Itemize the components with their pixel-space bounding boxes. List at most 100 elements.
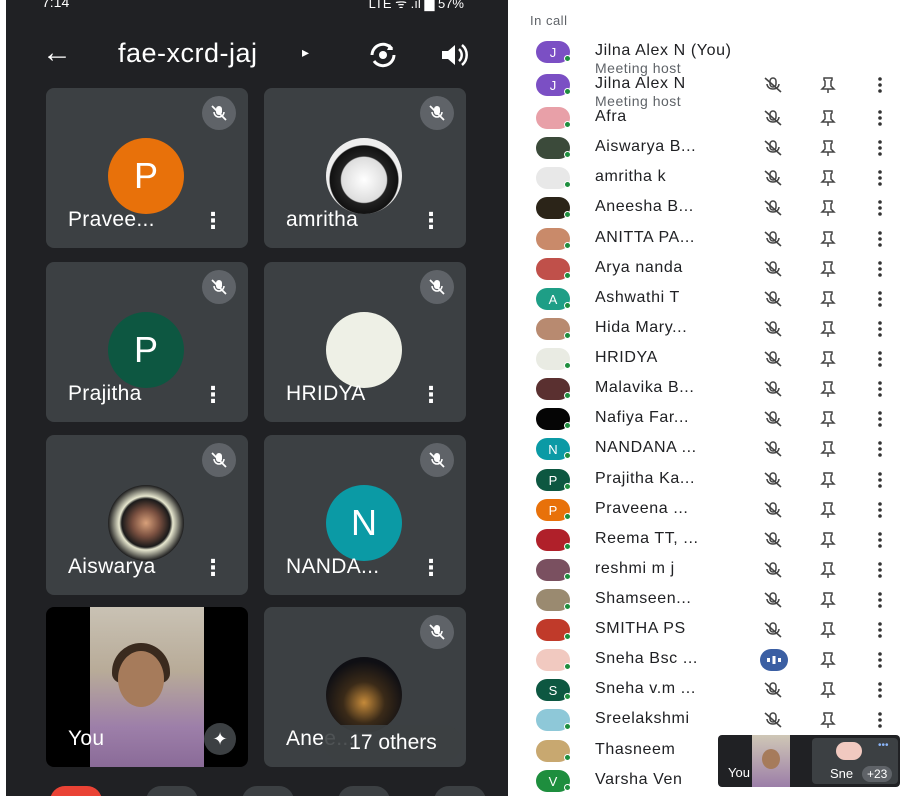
participant-tile[interactable]: P Prajitha ⋮ bbox=[46, 262, 248, 422]
mic-off-icon[interactable] bbox=[762, 139, 784, 157]
participant-row[interactable]: N NANDANA ... bbox=[520, 434, 905, 464]
pin-icon[interactable] bbox=[820, 711, 836, 729]
more-options-icon[interactable] bbox=[876, 591, 884, 609]
mic-off-icon[interactable] bbox=[762, 591, 784, 609]
mic-off-icon[interactable] bbox=[762, 109, 784, 127]
more-options-icon[interactable] bbox=[876, 290, 884, 308]
participant-row[interactable]: Sneha Bsc ... bbox=[520, 645, 905, 675]
more-options-icon[interactable]: ⋮ bbox=[202, 384, 224, 406]
pin-icon[interactable] bbox=[820, 410, 836, 428]
pin-icon[interactable] bbox=[820, 169, 836, 187]
mic-off-icon[interactable] bbox=[762, 711, 784, 729]
participant-row[interactable]: Aiswarya B... bbox=[520, 133, 905, 163]
more-options-icon[interactable] bbox=[876, 350, 884, 368]
participant-tile[interactable]: N NANDA... ⋮ bbox=[264, 435, 466, 595]
mic-off-icon[interactable] bbox=[762, 681, 784, 699]
more-options-icon[interactable] bbox=[876, 139, 884, 157]
others-count-pill[interactable]: 17 others bbox=[324, 725, 462, 761]
participant-tile[interactable]: P Pravee... ⋮ bbox=[46, 88, 248, 248]
more-options-icon[interactable] bbox=[876, 260, 884, 278]
back-arrow-icon[interactable]: ← bbox=[42, 38, 72, 68]
effects-sparkle-icon[interactable]: ✦ bbox=[204, 723, 236, 755]
participant-row[interactable]: A Ashwathi T bbox=[520, 284, 905, 314]
mic-off-icon[interactable] bbox=[762, 199, 784, 217]
hand-button[interactable] bbox=[338, 786, 390, 796]
switch-camera-icon[interactable] bbox=[366, 40, 400, 70]
more-options-icon[interactable] bbox=[876, 681, 884, 699]
mic-off-icon[interactable] bbox=[762, 501, 784, 519]
pin-icon[interactable] bbox=[820, 199, 836, 217]
pin-icon[interactable] bbox=[820, 621, 836, 639]
more-options-icon[interactable] bbox=[876, 320, 884, 338]
pin-icon[interactable] bbox=[820, 260, 836, 278]
mic-off-icon[interactable] bbox=[762, 621, 784, 639]
more-options-icon[interactable] bbox=[876, 471, 884, 489]
participant-row[interactable]: J Jilna Alex N Meeting host bbox=[520, 70, 905, 109]
more-options-icon[interactable] bbox=[876, 410, 884, 428]
pin-icon[interactable] bbox=[820, 290, 836, 308]
participant-row[interactable]: J Jilna Alex N (You) Meeting host bbox=[520, 37, 905, 76]
more-options-icon[interactable] bbox=[876, 109, 884, 127]
more-options-icon[interactable]: ⋮ bbox=[202, 210, 224, 232]
participant-tile[interactable]: Aiswarya ⋮ bbox=[46, 435, 248, 595]
speaker-icon[interactable] bbox=[436, 40, 470, 70]
mic-off-icon[interactable] bbox=[762, 169, 784, 187]
participant-row[interactable]: Aneesha B... bbox=[520, 193, 905, 223]
pin-icon[interactable] bbox=[820, 561, 836, 579]
participant-row[interactable]: reshmi m j bbox=[520, 555, 905, 585]
pin-icon[interactable] bbox=[820, 591, 836, 609]
more-options-icon[interactable] bbox=[876, 621, 884, 639]
participant-row[interactable]: ANITTA PA... bbox=[520, 224, 905, 254]
participant-row[interactable]: SMITHA PS bbox=[520, 615, 905, 645]
participant-row[interactable]: HRIDYA bbox=[520, 344, 905, 374]
pin-icon[interactable] bbox=[820, 139, 836, 157]
more-options-icon[interactable]: ⋮ bbox=[202, 557, 224, 579]
more-options-icon[interactable] bbox=[876, 199, 884, 217]
pin-icon[interactable] bbox=[820, 471, 836, 489]
mic-off-icon[interactable] bbox=[762, 440, 784, 458]
pin-icon[interactable] bbox=[820, 109, 836, 127]
pin-icon[interactable] bbox=[820, 531, 836, 549]
others-tile[interactable]: Anee... 17 others bbox=[264, 607, 466, 767]
pin-icon[interactable] bbox=[820, 230, 836, 248]
more-options-icon[interactable] bbox=[876, 561, 884, 579]
participant-row[interactable]: Arya nanda bbox=[520, 254, 905, 284]
pin-icon[interactable] bbox=[820, 651, 836, 669]
mic-off-icon[interactable] bbox=[762, 380, 784, 398]
mic-off-icon[interactable] bbox=[762, 410, 784, 428]
more-options-icon[interactable] bbox=[876, 711, 884, 729]
caret-right-icon[interactable]: ▸ bbox=[302, 44, 309, 61]
participant-row[interactable]: amritha k bbox=[520, 163, 905, 193]
mic-off-icon[interactable] bbox=[762, 260, 784, 278]
mic-off-icon[interactable] bbox=[762, 320, 784, 338]
pin-icon[interactable] bbox=[820, 380, 836, 398]
participant-row[interactable]: Shamseen... bbox=[520, 585, 905, 615]
more-options-icon[interactable]: ⋮ bbox=[420, 557, 442, 579]
participant-row[interactable]: P Prajitha Ka... bbox=[520, 465, 905, 495]
participant-row[interactable]: S Sneha v.m ... bbox=[520, 675, 905, 705]
mic-off-icon[interactable] bbox=[762, 230, 784, 248]
more-options-icon[interactable] bbox=[876, 501, 884, 519]
mic-off-icon[interactable] bbox=[762, 290, 784, 308]
meeting-code[interactable]: fae-xcrd-jaj bbox=[118, 38, 258, 69]
mic-off-icon[interactable] bbox=[762, 350, 784, 368]
more-options-icon[interactable] bbox=[876, 440, 884, 458]
end-call-button[interactable] bbox=[50, 786, 102, 796]
participant-row[interactable]: Afra bbox=[520, 103, 905, 133]
pin-icon[interactable] bbox=[820, 501, 836, 519]
mic-off-icon[interactable] bbox=[762, 531, 784, 549]
participant-row[interactable]: Nafiya Far... bbox=[520, 404, 905, 434]
participant-row[interactable]: P Praveena ... bbox=[520, 495, 905, 525]
more-options-icon[interactable] bbox=[876, 169, 884, 187]
participant-row[interactable]: Reema TT, ... bbox=[520, 525, 905, 555]
pin-icon[interactable] bbox=[820, 681, 836, 699]
more-options-icon[interactable]: ⋮ bbox=[420, 210, 442, 232]
picture-in-picture[interactable]: You Sne +23 ••• bbox=[718, 735, 900, 787]
mic-off-icon[interactable] bbox=[762, 471, 784, 489]
more-options-icon[interactable] bbox=[876, 230, 884, 248]
more-options-icon[interactable] bbox=[876, 531, 884, 549]
camera-button[interactable] bbox=[242, 786, 294, 796]
participant-row[interactable]: Hida Mary... bbox=[520, 314, 905, 344]
more-options-icon[interactable] bbox=[876, 380, 884, 398]
more-options-icon[interactable]: ⋮ bbox=[420, 384, 442, 406]
